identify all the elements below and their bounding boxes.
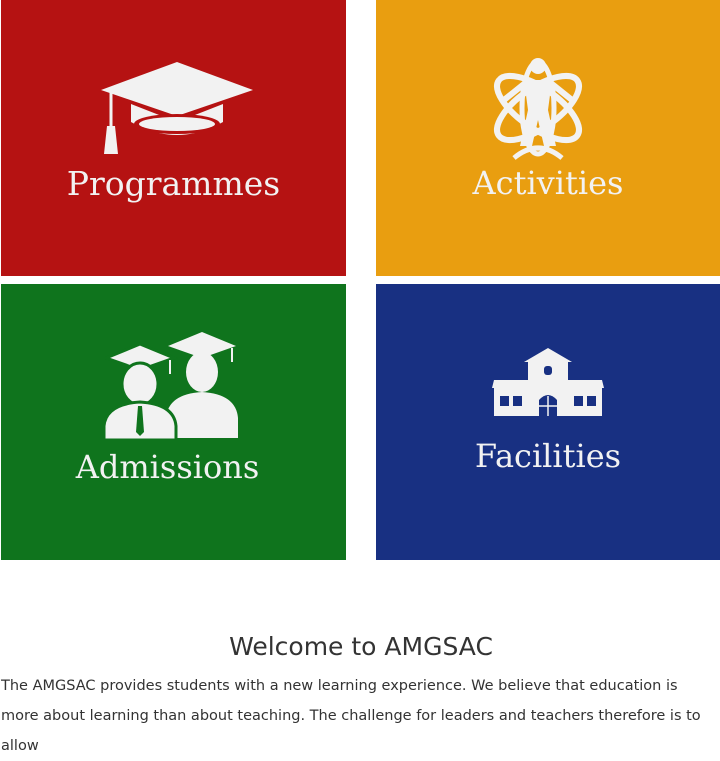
tile-activities[interactable]: Activities (376, 0, 720, 276)
welcome-title: Welcome to AMGSAC (229, 632, 493, 661)
tile-label-admissions: Admissions (75, 448, 260, 486)
tile-label-facilities: Facilities (474, 437, 622, 475)
tile-label-activities: Activities (472, 164, 624, 202)
tile-admissions[interactable]: Admissions (1, 284, 346, 560)
tile-programmes[interactable]: Programmes (1, 0, 346, 276)
tile-facilities[interactable]: Facilities (376, 284, 720, 560)
activities-emblem-icon (494, 58, 582, 160)
tile-label-programmes: Programmes (66, 164, 281, 203)
school-building-icon (492, 348, 604, 416)
welcome-text: The AMGSAC provides students with a new … (1, 678, 701, 754)
graduation-cap-icon (101, 62, 253, 154)
graduates-icon (104, 332, 238, 440)
